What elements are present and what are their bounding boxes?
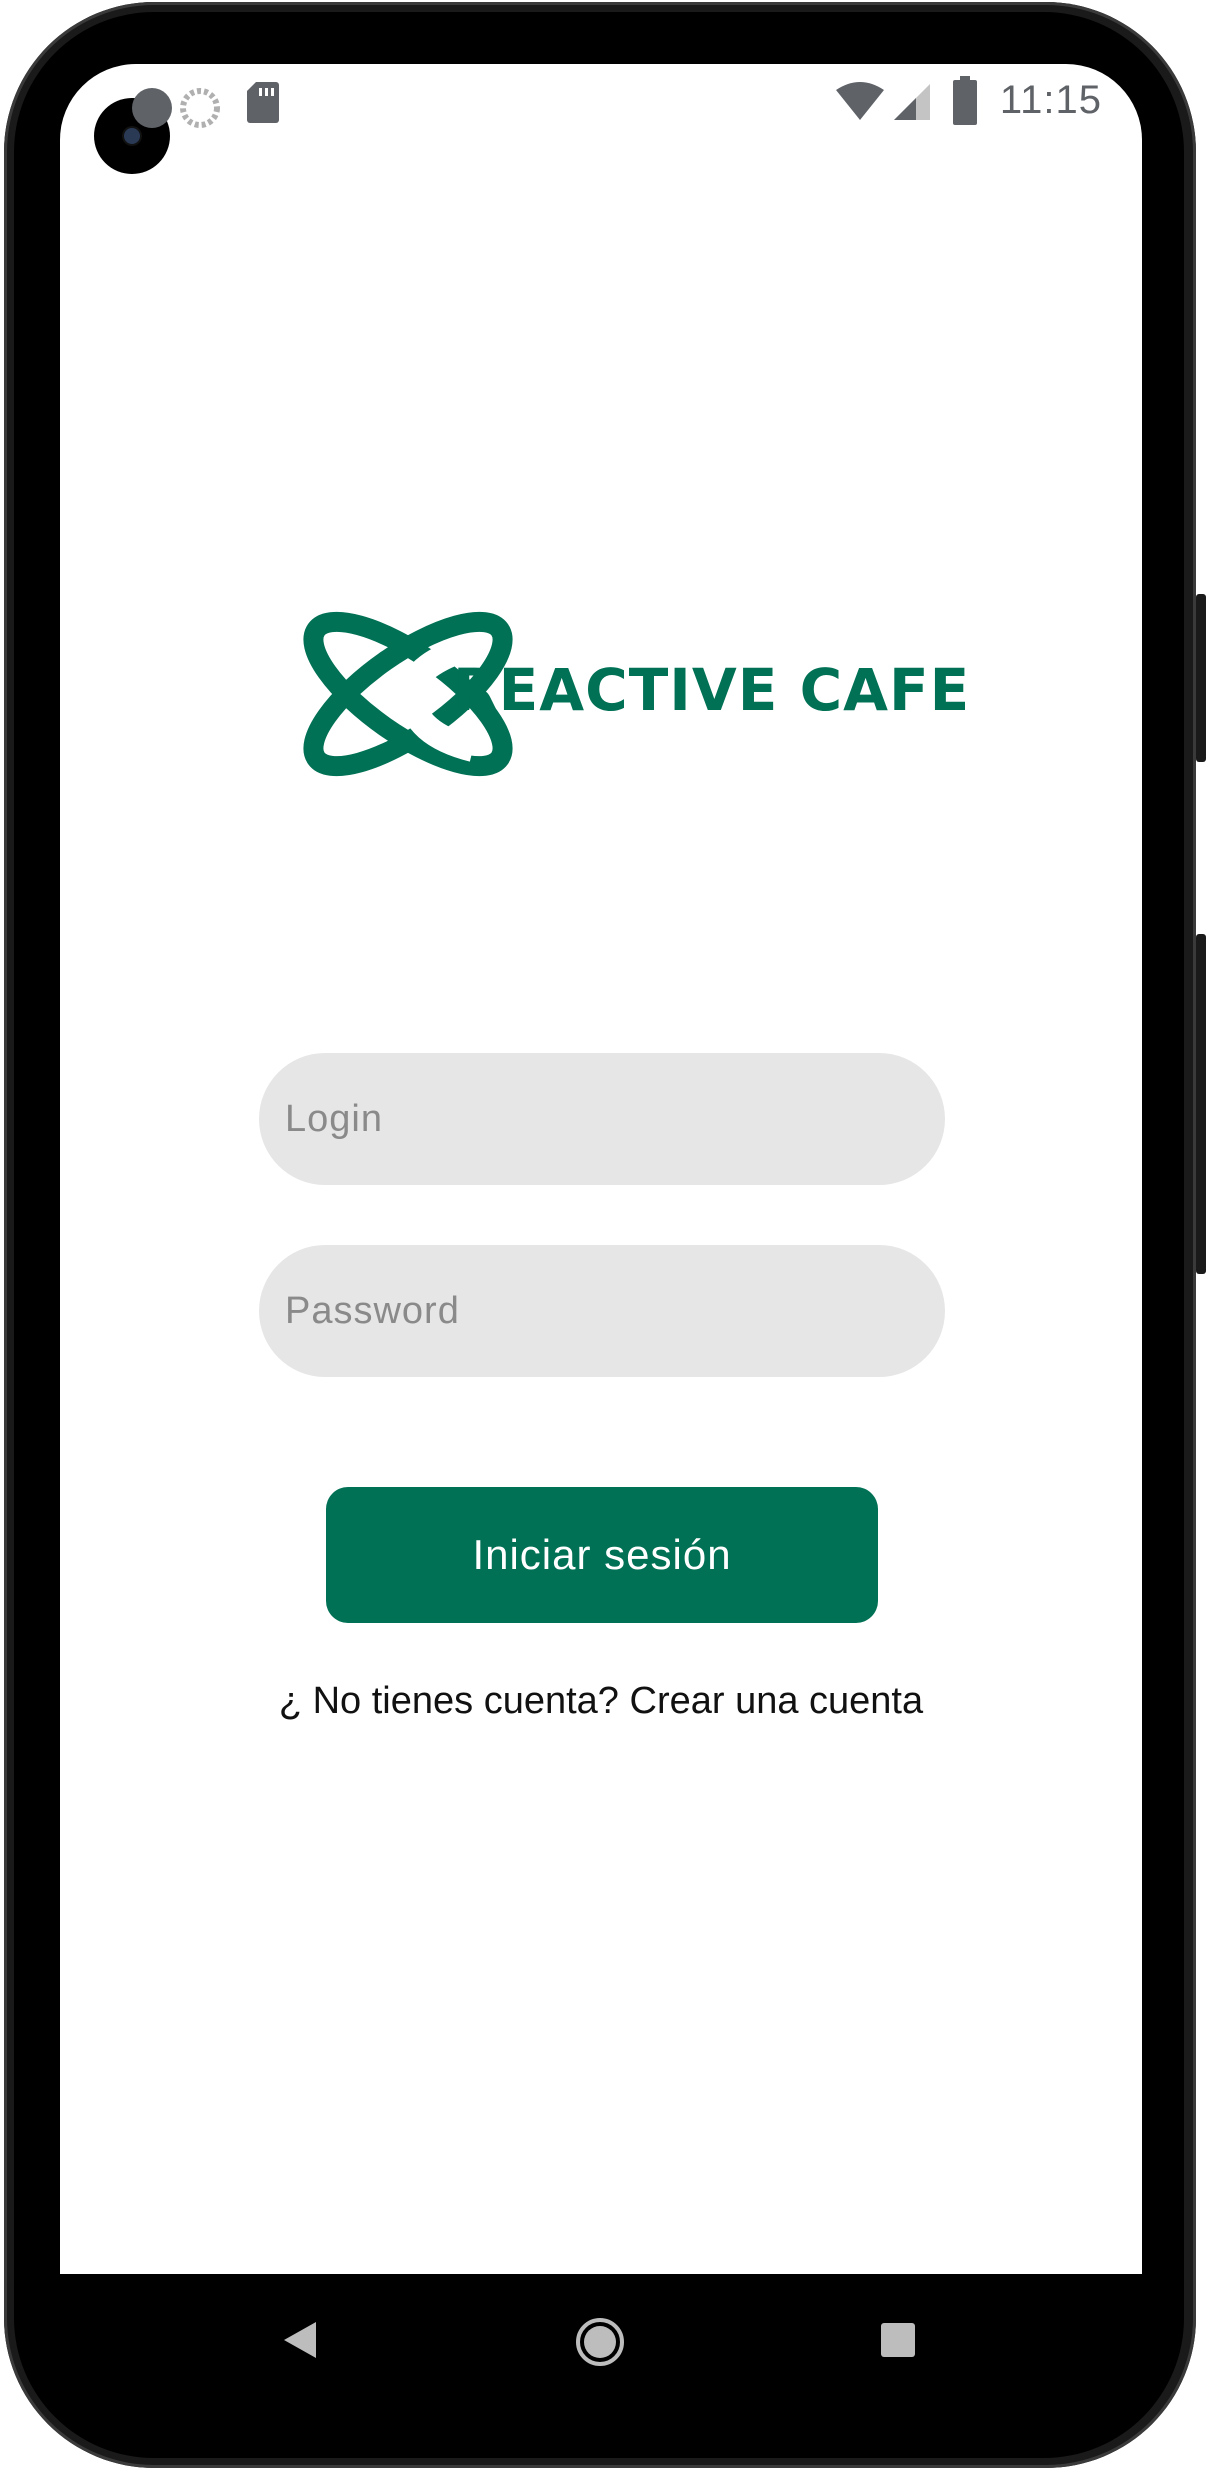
status-time: 11:15 bbox=[999, 78, 1102, 122]
register-question: ¿ No tienes cuenta? bbox=[278, 1680, 619, 1722]
sd-card-icon bbox=[247, 82, 279, 123]
a-icon bbox=[132, 88, 172, 128]
power-button bbox=[1196, 594, 1206, 762]
status-bar: 11:15 bbox=[60, 64, 1142, 174]
register-prompt: ¿ No tienes cuenta? Crear una cuenta bbox=[60, 1680, 1142, 1723]
navigation-bar bbox=[60, 2274, 1142, 2414]
home-icon[interactable] bbox=[574, 2316, 626, 2368]
phone-frame: 11:15 REACTIVE CAFE Iniciar sesión ¿ No … bbox=[0, 0, 1211, 2474]
battery-icon bbox=[953, 76, 977, 125]
back-icon[interactable] bbox=[282, 2320, 318, 2360]
password-input[interactable] bbox=[259, 1245, 945, 1377]
screen: 11:15 REACTIVE CAFE Iniciar sesión ¿ No … bbox=[60, 64, 1142, 2274]
recents-icon[interactable] bbox=[880, 2322, 916, 2358]
wifi-icon bbox=[836, 82, 884, 120]
login-button-label: Iniciar sesión bbox=[472, 1531, 732, 1578]
app-logo: REACTIVE CAFE bbox=[303, 584, 969, 824]
signal-icon bbox=[894, 84, 930, 120]
volume-button bbox=[1196, 934, 1206, 1274]
logo-text: REACTIVE CAFE bbox=[453, 656, 971, 724]
login-button[interactable]: Iniciar sesión bbox=[326, 1487, 878, 1623]
loading-circle-icon bbox=[180, 88, 220, 128]
create-account-link[interactable]: Crear una cuenta bbox=[630, 1680, 924, 1722]
login-input[interactable] bbox=[259, 1053, 945, 1185]
